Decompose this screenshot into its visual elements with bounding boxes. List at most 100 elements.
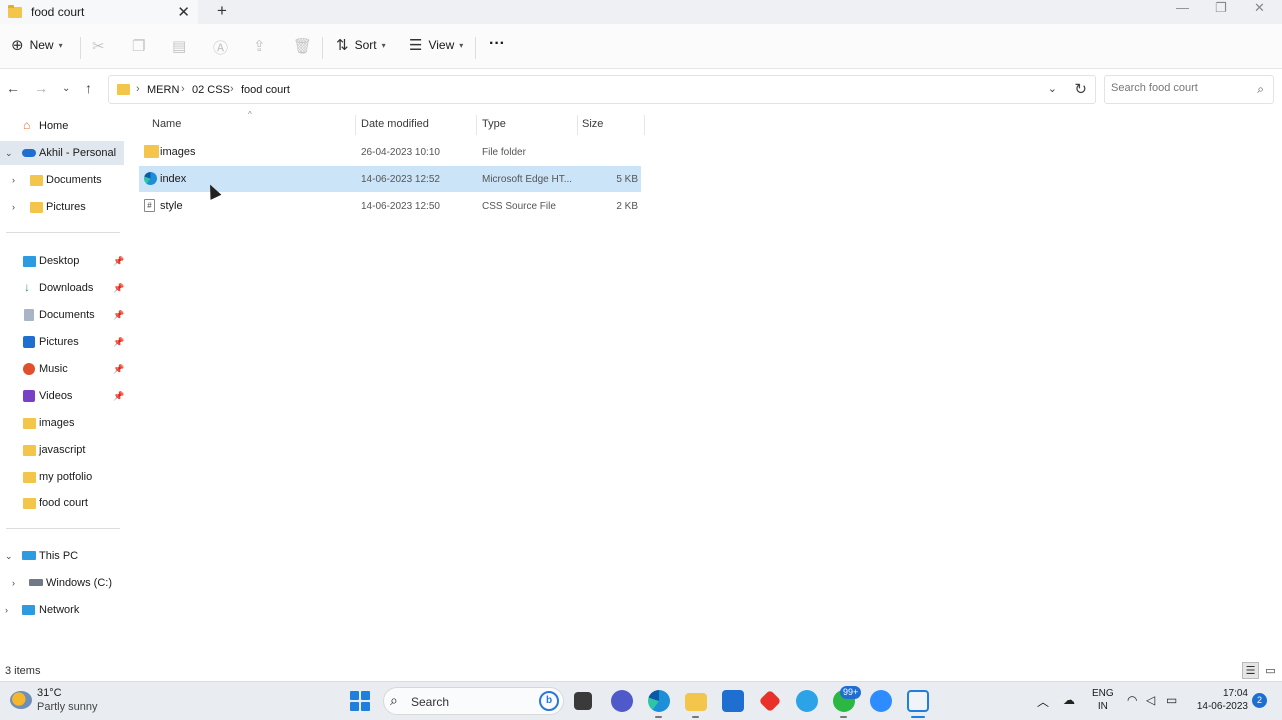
chevron-down-icon[interactable]: ⌄ (5, 148, 13, 159)
chevron-down-icon[interactable]: ⌄ (5, 551, 13, 562)
sidebar-item-my-potfolio[interactable]: my potfolio (0, 465, 124, 489)
chevron-down-icon: ▾ (58, 40, 63, 50)
taskbar-search[interactable]: ⌕ Search b (383, 687, 564, 715)
sidebar-item-label: my potfolio (39, 471, 93, 483)
sidebar-item-videos[interactable]: Videos 📌 (0, 384, 124, 408)
new-button[interactable]: ⊕ New ▾ (11, 36, 63, 54)
sidebar-item-label: Network (39, 604, 80, 616)
show-hidden-icons-chevron-icon[interactable]: ︿ (1037, 693, 1049, 710)
sidebar-item-label: This PC (39, 550, 79, 562)
start-windows-icon[interactable] (349, 690, 371, 712)
file-date: 26-04-2023 10:10 (361, 147, 440, 158)
microsoft-store-icon[interactable] (722, 690, 744, 712)
battery-icon[interactable]: ▭ (1166, 693, 1177, 707)
recent-locations-chevron-icon[interactable]: ⌄ (62, 83, 70, 94)
sidebar-item-downloads[interactable]: ↓ Downloads 📌 (0, 276, 124, 300)
sidebar-item-onedrive-pictures[interactable]: › Pictures (0, 195, 124, 219)
sidebar-item-windows-c[interactable]: › Windows (C:) (0, 571, 124, 595)
minimize-icon[interactable]: — (1176, 0, 1189, 15)
column-divider[interactable] (355, 115, 356, 135)
sidebar-item-onedrive-documents[interactable]: › Documents (0, 168, 124, 192)
search-input[interactable] (1111, 82, 1251, 94)
details-view-icon[interactable]: ☰ (1242, 662, 1259, 679)
sidebar-item-food-court[interactable]: food court (0, 491, 124, 515)
tab-food-court[interactable]: food court ✕ (0, 0, 198, 24)
file-explorer-icon[interactable] (685, 693, 707, 711)
new-label: New (29, 38, 54, 52)
breadcrumb-food-court[interactable]: food court (241, 84, 290, 96)
weather-description[interactable]: Partly sunny (37, 701, 98, 713)
chevron-right-icon[interactable]: › (12, 202, 15, 212)
sidebar-item-music[interactable]: Music 📌 (0, 357, 124, 381)
pin-icon[interactable]: 📌 (113, 364, 124, 375)
view-button[interactable]: ☰ View ▾ (409, 36, 463, 54)
input-language[interactable]: ENG IN (1092, 687, 1114, 713)
column-header-type[interactable]: Type (482, 118, 506, 130)
share-icon[interactable]: ⇪ (253, 37, 266, 55)
snipping-tool-icon[interactable] (907, 690, 929, 712)
close-tab-icon[interactable]: ✕ (177, 3, 190, 21)
address-history-chevron-icon[interactable]: ⌄ (1048, 82, 1057, 95)
anydesk-icon[interactable] (758, 689, 782, 713)
clock[interactable]: 17:04 14-06-2023 (1190, 687, 1248, 713)
column-header-date[interactable]: Date modified (361, 118, 429, 130)
close-window-icon[interactable]: ✕ (1254, 0, 1265, 16)
breadcrumb-mern[interactable]: MERN (147, 84, 179, 96)
weather-icon[interactable] (10, 691, 32, 709)
forward-arrow-icon[interactable]: → (34, 80, 48, 96)
wifi-icon[interactable]: ◠ (1127, 693, 1137, 707)
pin-icon[interactable]: 📌 (113, 391, 124, 402)
sidebar-item-images[interactable]: images (0, 411, 124, 435)
up-arrow-icon[interactable]: ↑ (85, 80, 92, 96)
maximize-icon[interactable]: ❐ (1215, 0, 1227, 16)
sort-button[interactable]: ⇅ Sort ▾ (336, 36, 386, 54)
sidebar-item-javascript[interactable]: javascript (0, 438, 124, 462)
chevron-right-icon[interactable]: › (12, 578, 15, 588)
volume-icon[interactable]: ◁ (1146, 693, 1155, 707)
documents-icon (24, 309, 34, 321)
rename-icon[interactable]: Ⓐ (213, 37, 228, 58)
sidebar-item-pictures[interactable]: Pictures 📌 (0, 330, 124, 354)
breadcrumb-02-css[interactable]: 02 CSS (192, 84, 230, 96)
bing-icon[interactable]: b (539, 691, 559, 711)
onedrive-cloud-icon[interactable]: ☁ (1063, 693, 1075, 707)
file-row-images[interactable]: images 26-04-2023 10:10 File folder (139, 139, 641, 165)
sidebar-item-documents[interactable]: Documents 📌 (0, 303, 124, 327)
teams-chat-icon[interactable] (611, 690, 633, 712)
search-box[interactable]: ⌕ (1104, 75, 1274, 104)
sidebar-item-this-pc[interactable]: ⌄ This PC (0, 544, 124, 568)
more-options-button[interactable]: ··· (489, 35, 505, 53)
chevron-right-icon[interactable]: › (12, 175, 15, 185)
copy-icon[interactable]: ❐ (132, 37, 145, 55)
column-header-size[interactable]: Size (582, 118, 603, 130)
weather-temperature[interactable]: 31°C (37, 687, 62, 699)
column-divider[interactable] (577, 115, 578, 135)
back-arrow-icon[interactable]: ← (6, 80, 20, 96)
column-divider[interactable] (476, 115, 477, 135)
new-tab-button[interactable]: + (217, 1, 227, 21)
paste-icon[interactable]: ▤ (172, 37, 186, 55)
sidebar-item-onedrive[interactable]: ⌄ Akhil - Personal (0, 141, 124, 165)
edge-browser-icon[interactable] (648, 690, 670, 712)
column-header-name[interactable]: Name (152, 118, 181, 130)
tiles-view-icon[interactable]: ▭ (1262, 662, 1279, 679)
sidebar-item-home[interactable]: ⌂ Home (0, 114, 124, 138)
delete-icon[interactable]: 🗑 (293, 37, 312, 55)
sidebar-item-network[interactable]: › Network (0, 598, 124, 622)
pin-icon[interactable]: 📌 (113, 283, 124, 294)
zoom-icon[interactable] (870, 690, 892, 712)
notification-count-badge[interactable]: 2 (1252, 693, 1267, 708)
app-icon[interactable] (796, 690, 818, 712)
chevron-right-icon[interactable]: › (5, 605, 8, 615)
pin-icon[interactable]: 📌 (113, 256, 124, 267)
sidebar-item-desktop[interactable]: Desktop 📌 (0, 249, 124, 273)
toolbar-divider (475, 37, 476, 59)
pin-icon[interactable]: 📌 (113, 337, 124, 348)
task-view-icon[interactable] (574, 692, 592, 710)
column-divider[interactable] (644, 115, 645, 135)
address-bar[interactable]: › MERN › 02 CSS › food court ⌄ ↻ (108, 75, 1096, 104)
refresh-icon[interactable]: ↻ (1074, 80, 1087, 98)
computer-icon (22, 551, 36, 560)
pin-icon[interactable]: 📌 (113, 310, 124, 321)
cut-icon[interactable]: ✂ (92, 37, 105, 55)
